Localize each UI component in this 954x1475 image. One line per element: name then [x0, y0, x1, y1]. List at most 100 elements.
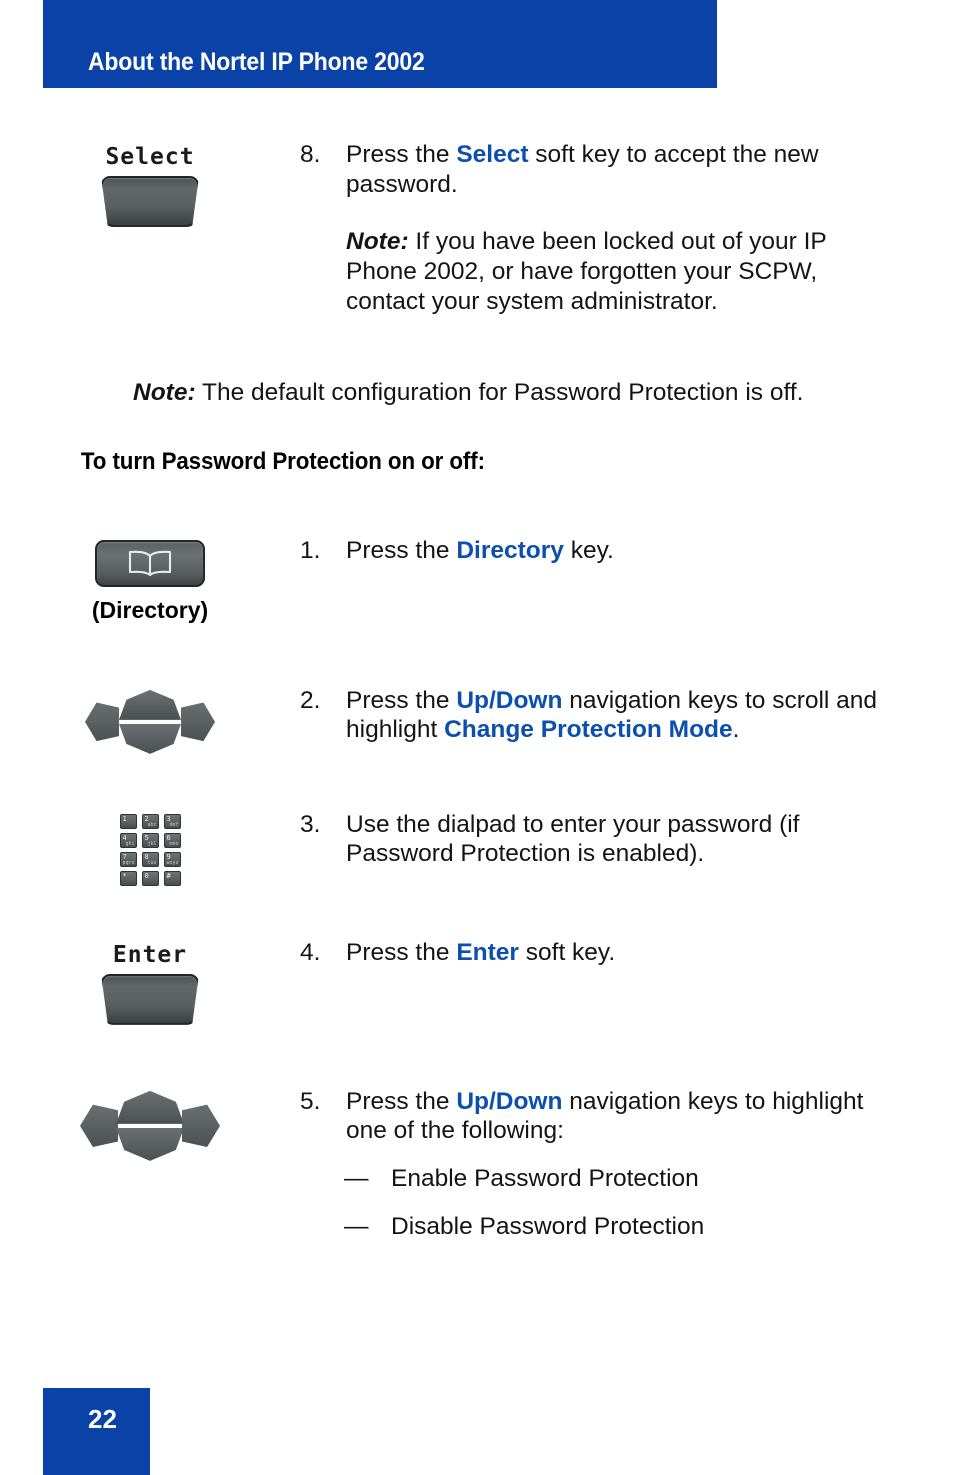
- enter-soft-key-label: Enter: [112, 941, 188, 968]
- dialpad-key[interactable]: 9 wxyz: [163, 851, 181, 867]
- step-5-text-before: Press the: [346, 1087, 457, 1115]
- step-8-text-column: 8. Press the Select soft key to accept t…: [300, 140, 954, 316]
- step-4-text: Press the Enter soft key.: [346, 938, 884, 968]
- step-8-note: Note: If you have been locked out of you…: [300, 227, 884, 316]
- step-2-menu-item-name: Change Protection Mode: [444, 716, 733, 744]
- step-8-number: 8.: [300, 141, 321, 168]
- open-book-icon: [127, 550, 173, 577]
- dialpad-key-digit: 0: [144, 871, 149, 880]
- step-5-text-column: 5. Press the Up/Down navigation keys to …: [300, 1087, 954, 1242]
- step-4-text-column: 4. Press the Enter soft key.: [300, 938, 954, 968]
- step-1-key-name: Directory: [456, 536, 564, 564]
- page-header-bar: About the Nortel IP Phone 2002: [43, 0, 717, 88]
- dialpad-key-digit: 1: [122, 814, 127, 823]
- step-2: 2. Press the Up/Down navigation keys to …: [0, 686, 954, 754]
- step-2-line: 2. Press the Up/Down navigation keys to …: [300, 686, 884, 745]
- dialpad-key[interactable]: 0: [141, 870, 159, 886]
- step-2-text-after: .: [732, 716, 740, 744]
- step-8-icon-column: Select: [0, 140, 300, 227]
- step-3-icon-column: 1 2 abc 3 def 4 ghi 5 jkl 6 mno 7 pqrs 8 tuv 9w…: [0, 810, 300, 886]
- step-4-icon-column: Enter: [0, 938, 300, 1025]
- step-4-text-after: soft key.: [518, 938, 616, 966]
- dialpad-key[interactable]: 2 abc: [141, 813, 159, 829]
- step-2-text: Press the Up/Down navigation keys to scr…: [346, 686, 884, 745]
- step-3-text: Use the dialpad to enter your password (…: [346, 810, 800, 868]
- directory-key-button[interactable]: [95, 539, 205, 587]
- step-5-key-name: Up/Down: [456, 1087, 563, 1115]
- standalone-note-text: The default configuration for Password P…: [195, 379, 804, 407]
- step-5: 5. Press the Up/Down navigation keys to …: [0, 1087, 954, 1242]
- soft-key-button-icon[interactable]: [101, 973, 199, 1025]
- navigation-down-key-icon[interactable]: [116, 1127, 184, 1161]
- dialpad-key-letters: tuv: [147, 859, 157, 866]
- dialpad-key[interactable]: 7 pqrs: [119, 851, 137, 867]
- dialpad-key[interactable]: *: [119, 870, 137, 886]
- select-soft-key[interactable]: Select: [101, 144, 199, 227]
- dialpad-key-digit: *: [122, 871, 127, 880]
- list-item-label: Disable Password Protection: [391, 1212, 705, 1240]
- step-2-number: 2.: [300, 686, 321, 714]
- step-4-number: 4.: [300, 938, 321, 966]
- dialpad-key-letters: ghi: [125, 840, 135, 847]
- step-1-number: 1.: [300, 536, 321, 564]
- step-1-line: 1. Press the Directory key.: [300, 536, 884, 566]
- navigation-right-key-icon[interactable]: [182, 1104, 220, 1148]
- list-item: — Disable Password Protection: [300, 1212, 884, 1242]
- step-3-number: 3.: [300, 810, 321, 838]
- navigation-up-key-icon[interactable]: [119, 689, 181, 720]
- step-5-line: 5. Press the Up/Down navigation keys to …: [300, 1087, 884, 1146]
- soft-key-button-icon[interactable]: [101, 176, 199, 227]
- step-8-key-name: Select: [456, 141, 529, 168]
- section-sub-heading: To turn Password Protection on or off:: [80, 447, 485, 475]
- step-8-note-body: If you have been locked out of your IP P…: [346, 228, 827, 315]
- dialpad-key[interactable]: 5 jkl: [141, 832, 159, 848]
- step-5-text: Press the Up/Down navigation keys to hig…: [346, 1087, 884, 1146]
- step-5-number: 5.: [300, 1087, 321, 1115]
- navigation-up-key-icon[interactable]: [116, 1090, 184, 1124]
- dialpad-key[interactable]: 4 ghi: [119, 832, 137, 848]
- dialpad-key-letters: pqrs: [122, 859, 135, 866]
- list-item: — Enable Password Protection: [300, 1164, 884, 1194]
- enter-soft-key[interactable]: Enter: [101, 942, 199, 1025]
- dialpad-key[interactable]: 1: [119, 813, 137, 829]
- default-configuration-note: Note: The default configuration for Pass…: [0, 378, 954, 408]
- navigation-keys[interactable]: [80, 1090, 220, 1161]
- note-lead-label: Note:: [346, 228, 409, 256]
- page-number-box: 22: [43, 1388, 150, 1475]
- page-title: About the Nortel IP Phone 2002: [88, 48, 425, 76]
- step-2-icon-column: [0, 686, 300, 754]
- step-5-icon-column: [0, 1087, 300, 1161]
- list-item-label: Enable Password Protection: [391, 1165, 699, 1193]
- dialpad-icon[interactable]: 1 2 abc 3 def 4 ghi 5 jkl 6 mno 7 pqrs 8 tuv 9w…: [119, 813, 181, 886]
- page-number: 22: [88, 1404, 117, 1434]
- dash-bullet: —: [344, 1165, 369, 1193]
- directory-key[interactable]: (Directory): [91, 539, 209, 624]
- navigation-down-key-icon[interactable]: [119, 723, 181, 754]
- navigation-right-key-icon[interactable]: [181, 702, 215, 742]
- step-1-text-column: 1. Press the Directory key.: [300, 536, 954, 566]
- step-1-text-before: Press the: [346, 536, 457, 564]
- dialpad-key[interactable]: #: [163, 870, 181, 886]
- page-body: Select 8. Press the Select soft key to a…: [0, 88, 954, 1241]
- step-2-key-name: Up/Down: [456, 686, 563, 714]
- dialpad-key[interactable]: 8 tuv: [141, 851, 159, 867]
- dialpad-key-letters: jkl: [147, 840, 157, 847]
- navigation-left-key-icon[interactable]: [85, 702, 119, 742]
- step-8-text: Press the Select soft key to accept the …: [346, 140, 884, 199]
- step-8-line: 8. Press the Select soft key to accept t…: [300, 140, 884, 199]
- step-4: Enter 4. Press the Enter soft key.: [0, 938, 954, 1025]
- step-1: (Directory) 1. Press the Directory key.: [0, 536, 954, 624]
- dialpad-key-digit: #: [166, 871, 171, 880]
- dialpad-key[interactable]: 6 mno: [163, 832, 181, 848]
- step-4-key-name: Enter: [456, 938, 519, 966]
- directory-key-caption: (Directory): [91, 596, 209, 623]
- step-3: 1 2 abc 3 def 4 ghi 5 jkl 6 mno 7 pqrs 8 tuv 9w…: [0, 810, 954, 886]
- select-soft-key-label: Select: [105, 144, 195, 170]
- dialpad-key[interactable]: 3 def: [163, 813, 181, 829]
- dialpad-key-letters: abc: [147, 821, 157, 828]
- step-2-text-before: Press the: [346, 686, 457, 714]
- navigation-left-key-icon[interactable]: [80, 1104, 118, 1148]
- step-1-text-after: key.: [563, 536, 614, 564]
- dash-bullet: —: [344, 1212, 369, 1240]
- navigation-keys[interactable]: [85, 689, 215, 754]
